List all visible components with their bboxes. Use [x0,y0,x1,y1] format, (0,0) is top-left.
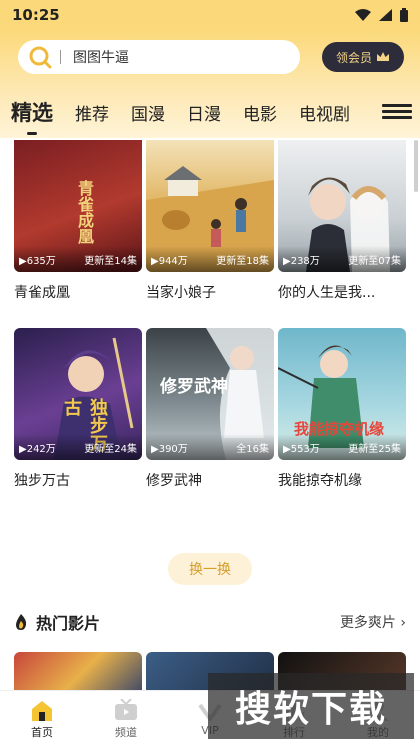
refresh-button[interactable]: 换一换 [168,553,252,585]
status-time: 10:25 [12,6,60,24]
hot-section-header: 热门影片 更多爽片 › [14,611,406,633]
vip-button[interactable]: 领会员 [322,42,404,72]
tv-icon [115,699,137,720]
show-title[interactable]: 修罗武神 [146,470,274,490]
show-title[interactable]: 青雀成凰 [14,282,142,302]
tab-japanese-anime[interactable]: 日漫 [187,100,221,125]
search-divider [60,50,61,64]
episode-status: 更新至18集 [216,256,269,267]
content-row-1: 青雀成凰 ▶635万 更新至14集 青雀成凰 ▶944万 更新至18集 当家小娘… [14,140,406,302]
show-card[interactable]: 修罗武神 ▶390万 全16集 修罗武神 [146,328,274,490]
nav-home[interactable]: 首页 [0,691,84,745]
poster-info-bar: ▶944万 更新至18集 [146,246,274,272]
poster-info-bar: ▶242万 更新至24集 [14,434,142,460]
home-icon [32,701,52,721]
poster-info-bar: ▶390万 全16集 [146,434,274,460]
tab-tv-series[interactable]: 电视剧 [299,100,350,125]
play-count: ▶242万 [19,444,56,455]
show-card[interactable]: 独步万古 ▶242万 更新至24集 独步万古 [14,328,142,490]
play-count: ▶635万 [19,256,56,267]
signal-icon [379,9,392,21]
nav-channels-label: 频道 [115,726,137,739]
episode-status: 更新至25集 [348,444,401,455]
status-icons [355,8,408,22]
show-poster[interactable]: ▶238万 更新至07集 [278,140,406,272]
content-row-2: 独步万古 ▶242万 更新至24集 独步万古 修罗武神 ▶390万 全16集 修… [14,328,406,490]
search-input[interactable]: 图图牛逼 [18,40,300,74]
nav-home-label: 首页 [31,726,53,739]
scrollbar[interactable] [414,140,418,192]
tab-featured[interactable]: 精选 [11,97,53,135]
episode-status: 更新至14集 [84,256,137,267]
play-count: ▶238万 [283,256,320,267]
status-bar: 10:25 [0,0,420,30]
tab-movies[interactable]: 电影 [243,100,277,125]
poster-info-bar: ▶635万 更新至14集 [14,246,142,272]
header: 图图牛逼 领会员 精选 推荐 国漫 日漫 电影 电视剧 [0,30,420,138]
show-card[interactable]: 我能掠夺机缘 ▶553万 更新至25集 我能掠夺机缘 [278,328,406,490]
show-poster[interactable]: ▶944万 更新至18集 [146,140,274,272]
show-title[interactable]: 当家小娘子 [146,282,274,302]
show-card[interactable]: ▶944万 更新至18集 当家小娘子 [146,140,274,302]
wifi-icon [355,9,371,21]
show-poster[interactable]: 独步万古 ▶242万 更新至24集 [14,328,142,460]
flame-icon [16,614,27,630]
poster-title-art: 修罗武神 [160,377,228,397]
poster-title-art: 青雀成凰 [75,180,94,244]
tab-chinese-anime[interactable]: 国漫 [131,100,165,125]
episode-status: 更新至24集 [84,444,137,455]
play-count: ▶944万 [151,256,188,267]
show-title[interactable]: 独步万古 [14,470,142,490]
play-count: ▶553万 [283,444,320,455]
watermark: 搜软下载 [208,673,414,739]
menu-icon[interactable] [382,104,412,120]
show-title[interactable]: 我能掠夺机缘 [278,470,406,490]
poster-info-bar: ▶553万 更新至25集 [278,434,406,460]
play-count: ▶390万 [151,444,188,455]
search-icon [29,46,52,69]
battery-icon [400,8,408,22]
more-link[interactable]: 更多爽片 › [340,612,406,632]
search-hint-text: 图图牛逼 [73,50,129,66]
show-card[interactable]: ▶238万 更新至07集 你的人生是我... [278,140,406,302]
show-poster[interactable]: 我能掠夺机缘 ▶553万 更新至25集 [278,328,406,460]
nav-channels[interactable]: 频道 [84,691,168,745]
show-title[interactable]: 你的人生是我... [278,282,406,302]
episode-status: 更新至07集 [348,256,401,267]
hot-section-title: 热门影片 [36,614,101,633]
poster-info-bar: ▶238万 更新至07集 [278,246,406,272]
show-card[interactable]: 青雀成凰 ▶635万 更新至14集 青雀成凰 [14,140,142,302]
category-tabs: 精选 推荐 国漫 日漫 电影 电视剧 [0,92,420,135]
vip-button-label: 领会员 [335,50,372,65]
crown-icon [377,52,389,61]
show-poster[interactable]: 青雀成凰 ▶635万 更新至14集 [14,140,142,272]
tab-recommend[interactable]: 推荐 [75,100,109,125]
episode-status: 全16集 [236,444,269,455]
show-poster[interactable]: 修罗武神 ▶390万 全16集 [146,328,274,460]
